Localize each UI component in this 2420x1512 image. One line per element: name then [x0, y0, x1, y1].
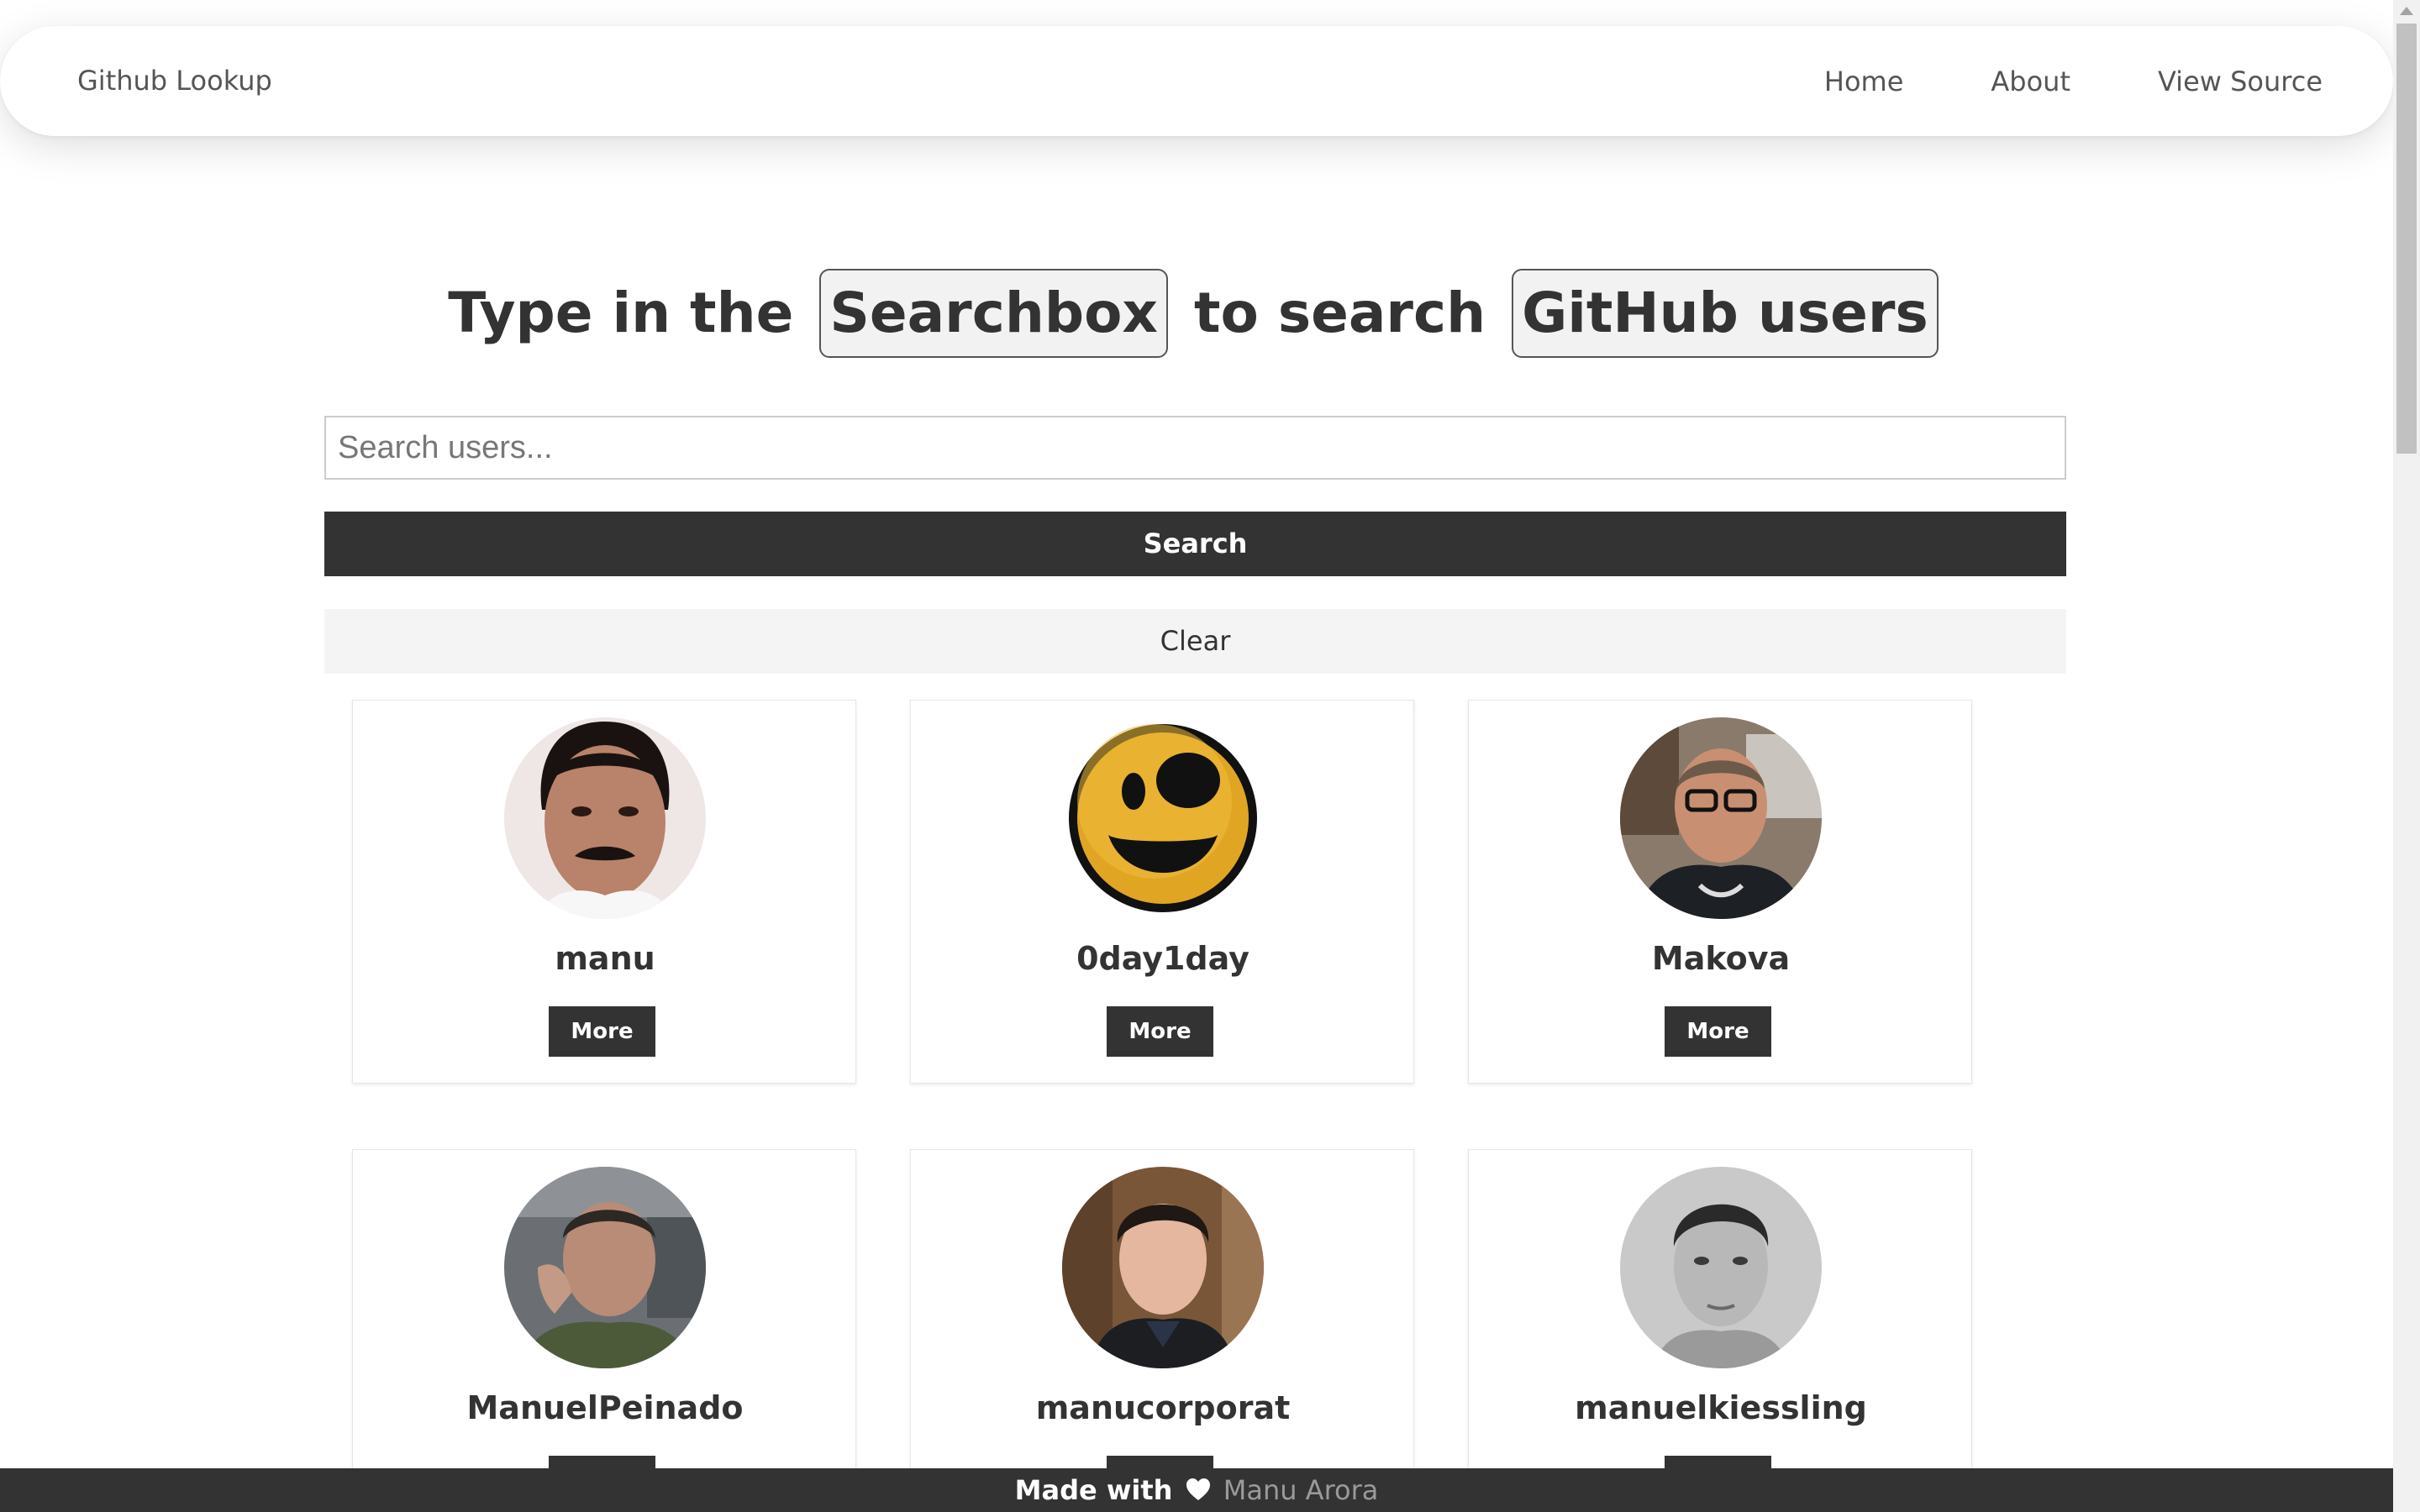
clear-button[interactable]: Clear	[324, 609, 2066, 674]
footer-author-link[interactable]: Manu Arora	[1223, 1474, 1379, 1506]
navbar: Github Lookup Home About View Source	[0, 26, 2393, 136]
scroll-up-icon[interactable]	[2400, 7, 2413, 15]
user-card: 0day1day More	[910, 700, 1414, 1084]
nav-link-about[interactable]: About	[1991, 66, 2070, 97]
nav-links: Home About View Source	[1737, 26, 2323, 136]
footer-made-with: Made with	[1014, 1474, 1173, 1506]
user-card: manuelkiessling More	[1468, 1149, 1972, 1512]
search-input[interactable]	[324, 416, 2066, 480]
user-card: manucorporat More	[910, 1149, 1414, 1512]
footer: Made with Manu Arora	[0, 1468, 2393, 1512]
more-button[interactable]: More	[549, 1006, 655, 1057]
title-text-2: to search	[1193, 281, 1486, 345]
more-button[interactable]: More	[1107, 1006, 1213, 1057]
user-card: manu More	[352, 700, 856, 1084]
brand-link[interactable]: Github Lookup	[77, 26, 272, 136]
username: manucorporat	[1035, 1389, 1291, 1426]
scrollbar-thumb[interactable]	[2396, 24, 2417, 454]
nav-link-view-source[interactable]: View Source	[2158, 66, 2323, 97]
user-card: ManuelPeinado More	[352, 1149, 856, 1512]
username: ManuelPeinado	[466, 1389, 744, 1426]
more-button[interactable]: More	[1665, 1006, 1771, 1057]
avatar	[504, 717, 706, 919]
title-highlight-github-users: GitHub users	[1512, 269, 1939, 358]
heart-icon	[1186, 1470, 1211, 1512]
username: 0day1day	[1076, 940, 1249, 977]
username: manu	[555, 940, 655, 977]
user-card: Makova More	[1468, 700, 1972, 1084]
title-highlight-searchbox: Searchbox	[819, 269, 1168, 358]
page: Github Lookup Home About View Source Typ…	[0, 0, 2420, 1512]
username: Makova	[1651, 940, 1791, 977]
search-button[interactable]: Search	[324, 512, 2066, 576]
nav-link-home[interactable]: Home	[1824, 66, 1904, 97]
avatar	[1062, 717, 1264, 919]
title-text-1: Type in the	[448, 281, 794, 345]
avatar	[1620, 1167, 1822, 1368]
avatar	[504, 1167, 706, 1368]
page-title: Type in the Searchbox to search GitHub u…	[0, 269, 2393, 358]
avatar	[1620, 717, 1822, 919]
username: manuelkiessling	[1575, 1389, 1867, 1426]
scrollbar[interactable]	[2393, 0, 2420, 1512]
avatar	[1062, 1167, 1264, 1368]
